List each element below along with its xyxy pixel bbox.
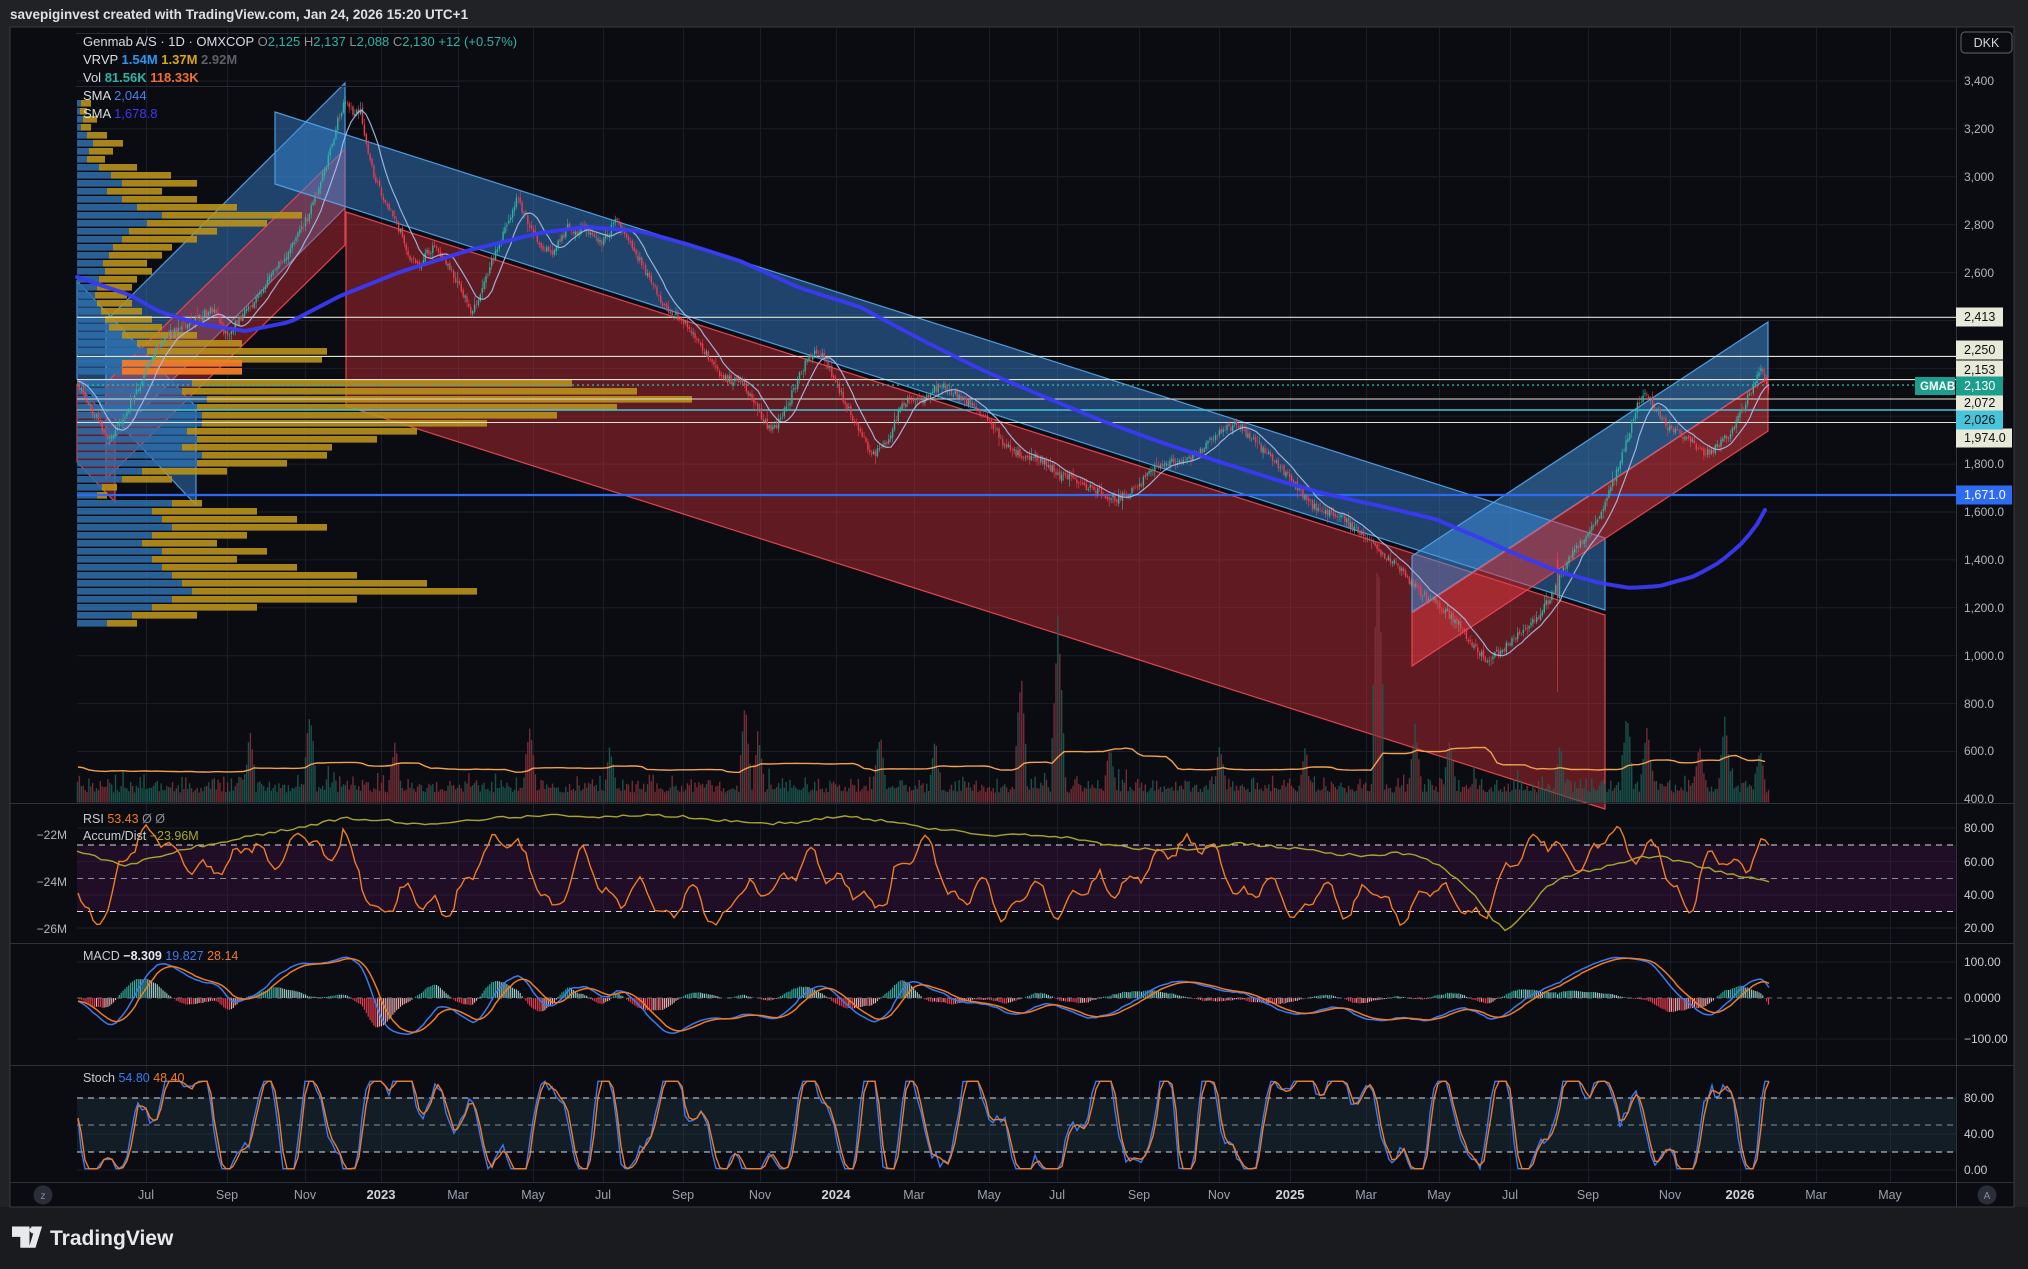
svg-text:2,130: 2,130 <box>1964 379 1995 393</box>
svg-text:May: May <box>1427 1188 1451 1202</box>
svg-text:Jul: Jul <box>1049 1188 1065 1202</box>
svg-text:−26M: −26M <box>37 922 67 936</box>
svg-text:−24M: −24M <box>37 875 67 889</box>
svg-text:VRVP 1.54M 1.37M 2.92M: VRVP 1.54M 1.37M 2.92M <box>83 52 237 67</box>
svg-text:TradingView: TradingView <box>50 1227 174 1250</box>
svg-text:2,600: 2,600 <box>1964 266 1994 280</box>
svg-text:Nov: Nov <box>1659 1188 1682 1202</box>
svg-text:1,600.0: 1,600.0 <box>1964 505 2004 519</box>
svg-text:3,400: 3,400 <box>1964 74 1994 88</box>
svg-text:1,671.0: 1,671.0 <box>1964 488 2006 502</box>
svg-text:2024: 2024 <box>822 1187 852 1202</box>
svg-text:2025: 2025 <box>1276 1187 1305 1202</box>
svg-text:May: May <box>521 1188 545 1202</box>
svg-text:0.0000: 0.0000 <box>1964 991 2001 1005</box>
svg-text:20.00: 20.00 <box>1964 921 1994 935</box>
svg-text:100.00: 100.00 <box>1964 955 2001 969</box>
svg-text:SMA 2,044: SMA 2,044 <box>83 88 147 103</box>
svg-text:Jul: Jul <box>138 1188 154 1202</box>
svg-text:MACD −8.309 19.827 28.14: MACD −8.309 19.827 28.14 <box>83 949 238 963</box>
svg-text:Sep: Sep <box>1577 1188 1599 1202</box>
svg-text:DKK: DKK <box>1974 36 2000 50</box>
svg-text:Jul: Jul <box>595 1188 611 1202</box>
svg-text:Mar: Mar <box>1805 1188 1827 1202</box>
svg-text:1,400.0: 1,400.0 <box>1964 553 2004 567</box>
svg-text:A: A <box>1984 1191 1991 1202</box>
svg-text:1,000.0: 1,000.0 <box>1964 649 2004 663</box>
svg-text:Sep: Sep <box>672 1188 694 1202</box>
svg-text:2,026: 2,026 <box>1964 413 1995 427</box>
svg-text:80.00: 80.00 <box>1964 1091 1994 1105</box>
svg-text:Accum/Dist −23.96M: Accum/Dist −23.96M <box>83 829 199 843</box>
svg-text:SMA 1,678.8: SMA 1,678.8 <box>83 106 157 121</box>
svg-text:600.0: 600.0 <box>1964 744 1994 758</box>
svg-text:0.00: 0.00 <box>1964 1163 1988 1177</box>
svg-text:z: z <box>41 1191 46 1202</box>
svg-text:40.00: 40.00 <box>1964 888 1994 902</box>
svg-text:40.00: 40.00 <box>1964 1127 1994 1141</box>
svg-text:800.0: 800.0 <box>1964 697 1994 711</box>
svg-text:−22M: −22M <box>37 828 67 842</box>
svg-text:Nov: Nov <box>1208 1188 1231 1202</box>
svg-text:May: May <box>1878 1188 1902 1202</box>
svg-text:3,000: 3,000 <box>1964 170 1994 184</box>
svg-text:2023: 2023 <box>367 1187 396 1202</box>
svg-text:80.00: 80.00 <box>1964 821 1994 835</box>
svg-text:2,800: 2,800 <box>1964 218 1994 232</box>
svg-text:Sep: Sep <box>1128 1188 1150 1202</box>
svg-text:2,153: 2,153 <box>1964 363 1995 377</box>
svg-text:2,250: 2,250 <box>1964 343 1995 357</box>
svg-text:2,413: 2,413 <box>1964 310 1995 324</box>
svg-text:1,974.0: 1,974.0 <box>1964 431 2006 445</box>
svg-text:Jul: Jul <box>1502 1188 1518 1202</box>
svg-text:Genmab A/S · 1D · OMXCOP O2,12: Genmab A/S · 1D · OMXCOP O2,125 H2,137 L… <box>83 34 517 49</box>
svg-text:60.00: 60.00 <box>1964 855 1994 869</box>
svg-text:savepiginvest created with Tra: savepiginvest created with TradingView.c… <box>10 7 469 22</box>
svg-text:400.0: 400.0 <box>1964 792 1994 806</box>
svg-text:2,072: 2,072 <box>1964 396 1995 410</box>
svg-text:Nov: Nov <box>749 1188 772 1202</box>
svg-text:RSI 53.43 Ø Ø: RSI 53.43 Ø Ø <box>83 812 165 826</box>
svg-text:Stoch 54.80 48.40: Stoch 54.80 48.40 <box>83 1071 185 1085</box>
svg-text:Mar: Mar <box>1355 1188 1377 1202</box>
svg-text:Nov: Nov <box>294 1188 317 1202</box>
svg-text:Mar: Mar <box>903 1188 925 1202</box>
svg-text:Sep: Sep <box>216 1188 238 1202</box>
svg-text:Vol 81.56K 118.33K: Vol 81.56K 118.33K <box>83 70 199 85</box>
svg-text:−100.00: −100.00 <box>1964 1032 2008 1046</box>
svg-text:1,200.0: 1,200.0 <box>1964 601 2004 615</box>
svg-text:May: May <box>977 1188 1001 1202</box>
svg-text:3,200: 3,200 <box>1964 122 1994 136</box>
svg-text:1,800.0: 1,800.0 <box>1964 457 2004 471</box>
svg-text:2026: 2026 <box>1726 1187 1755 1202</box>
svg-text:GMAB: GMAB <box>1920 381 1955 393</box>
svg-text:Mar: Mar <box>447 1188 469 1202</box>
